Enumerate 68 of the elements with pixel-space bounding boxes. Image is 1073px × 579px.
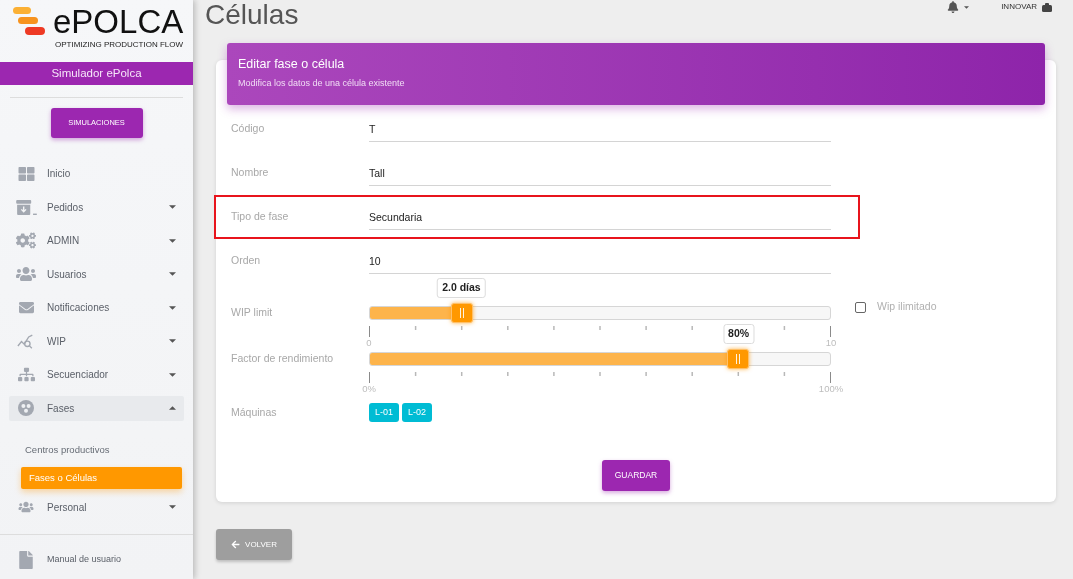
- caret-down-icon: [964, 5, 970, 9]
- slider-track[interactable]: [369, 352, 831, 366]
- dashboard-icon: [17, 165, 35, 182]
- text-field[interactable]: T: [369, 116, 831, 142]
- grip-icon: [460, 308, 464, 318]
- value-tooltip: 80%: [723, 324, 755, 344]
- caret-down-icon: [169, 238, 176, 243]
- nav-item[interactable]: Fases: [9, 395, 184, 421]
- logo-icon: [13, 7, 45, 35]
- machine-tag: L-01: [369, 403, 399, 422]
- arrow-left-icon: [231, 540, 241, 549]
- caret-down-icon: [169, 272, 176, 277]
- slider-track[interactable]: [369, 306, 831, 320]
- field-label: Código: [231, 121, 266, 137]
- card-subtitle: Modifica los datos de una célula existente: [238, 77, 406, 90]
- chart-search-icon: [17, 333, 35, 349]
- scale-min-label: 0: [366, 337, 372, 349]
- card-title: Editar fase o célula: [238, 56, 346, 73]
- logo-text: ePOLCA: [53, 6, 184, 37]
- slider-thumb[interactable]: [727, 349, 749, 369]
- scale-max-label: 100%: [818, 383, 844, 395]
- logo-tagline: OPTIMIZING PRODUCTION FLOW: [54, 40, 184, 49]
- nav-item[interactable]: Pedidos: [9, 194, 184, 220]
- text-field[interactable]: Secundaria: [369, 204, 831, 230]
- field-label: Factor de rendimiento: [231, 352, 335, 366]
- circle-dots-icon: [18, 400, 34, 417]
- save-button[interactable]: GUARDAR: [602, 460, 670, 491]
- text-field[interactable]: 10: [369, 248, 831, 274]
- page-title: Células: [205, 0, 299, 30]
- nav-item[interactable]: Manual de usuario: [9, 547, 184, 573]
- checkbox[interactable]: [855, 301, 866, 313]
- caret-down-icon: [169, 505, 176, 510]
- caret-down-icon: [169, 205, 176, 210]
- nav-item[interactable]: Secuenciador: [9, 362, 184, 388]
- text-field[interactable]: Tall: [369, 160, 831, 186]
- file-icon: [19, 550, 33, 569]
- scale-max-label: 10: [825, 337, 837, 349]
- nav-item[interactable]: WIP: [9, 328, 184, 354]
- submenu-item[interactable]: Centros productivos: [21, 439, 182, 461]
- nav-item[interactable]: Inicio: [9, 161, 184, 187]
- nav-item[interactable]: Personal: [9, 494, 184, 520]
- scale-min-label: 0%: [362, 383, 376, 395]
- field-label: Orden: [231, 253, 262, 269]
- caret-down-icon: [169, 372, 176, 377]
- field-label: Máquinas: [231, 404, 278, 420]
- nav-item[interactable]: ADMIN: [9, 228, 184, 254]
- user-name[interactable]: INNOVAR: [1001, 1, 1037, 13]
- nav-item[interactable]: Usuarios: [9, 261, 184, 287]
- caret-up-icon: [169, 406, 176, 411]
- people-icon: [17, 501, 35, 514]
- caret-down-icon: [169, 305, 176, 310]
- bell-icon[interactable]: [947, 1, 960, 13]
- envelope-icon: [16, 300, 36, 316]
- briefcase-icon[interactable]: [1042, 2, 1052, 12]
- grip-icon: [736, 354, 740, 364]
- slider-thumb[interactable]: [451, 303, 473, 323]
- nav-item[interactable]: Notificaciones: [9, 295, 184, 321]
- gears-icon: [16, 232, 36, 250]
- machine-tag: L-02: [402, 403, 433, 422]
- field-label: WIP limit: [231, 306, 274, 320]
- value-tooltip: 2.0 días: [437, 278, 486, 298]
- field-label: Nombre: [231, 165, 270, 181]
- field-label: Tipo de fase: [231, 209, 290, 225]
- users-icon: [16, 266, 36, 283]
- archive-box-icon: [15, 199, 37, 215]
- caret-down-icon: [169, 339, 176, 344]
- hierarchy-icon: [17, 366, 35, 384]
- app-title-bar: Simulador ePolca: [0, 62, 193, 85]
